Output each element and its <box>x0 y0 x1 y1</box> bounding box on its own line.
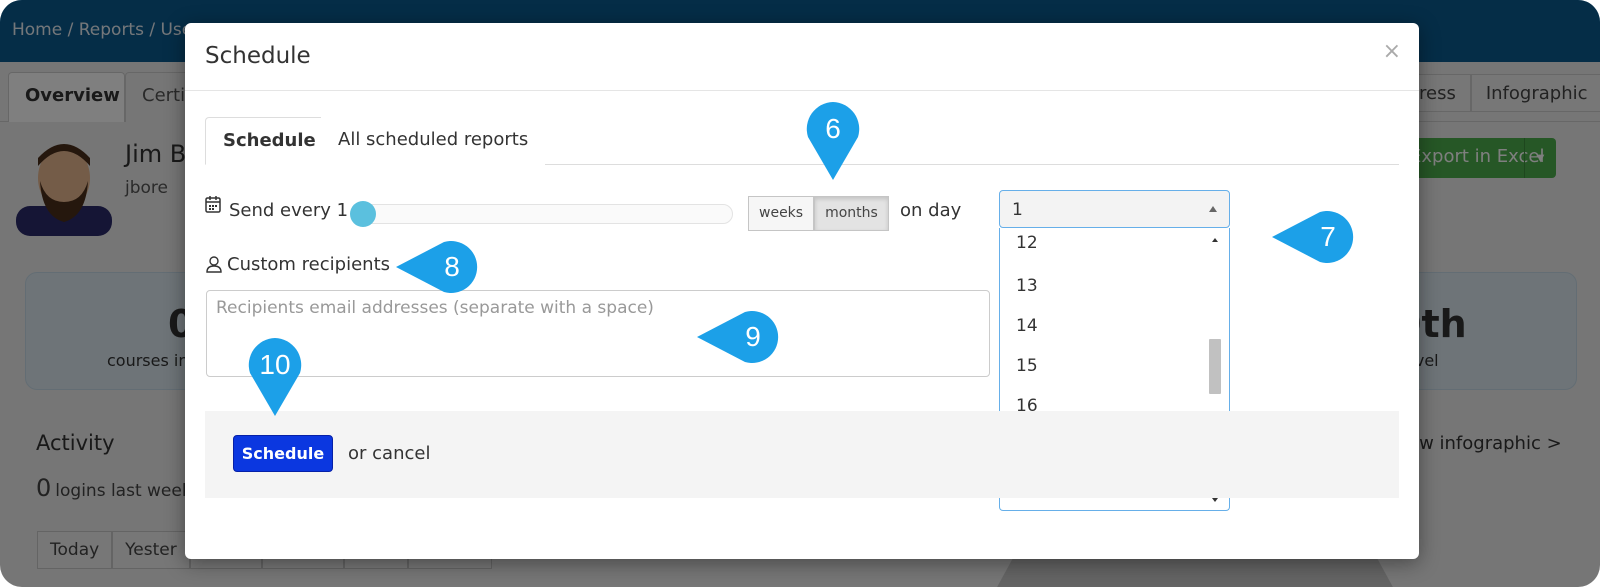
tab-schedule[interactable]: Schedule <box>205 117 334 165</box>
calendar-icon <box>205 196 221 213</box>
unit-toggle: weeks months <box>748 196 889 231</box>
day-select-value: 1 <box>1012 200 1023 220</box>
callout-number: 6 <box>825 113 841 144</box>
months-button[interactable]: months <box>814 196 889 231</box>
or-text: or <box>348 443 367 464</box>
day-option[interactable]: 12 <box>1000 228 1054 266</box>
scrollbar-thumb[interactable] <box>1209 339 1221 394</box>
recipients-input[interactable] <box>206 290 990 377</box>
callout-number: 9 <box>745 321 761 352</box>
screen: Home / Reports / User Overview Certi res… <box>0 0 1600 587</box>
custom-recipients-label: Custom recipients <box>227 254 391 275</box>
scroll-up-icon[interactable] <box>1212 238 1218 242</box>
callout-number: 8 <box>444 251 460 282</box>
schedule-modal: Schedule × Schedule All scheduled report… <box>185 23 1419 559</box>
caret-up-icon <box>1209 206 1217 212</box>
interval-slider[interactable] <box>350 201 733 227</box>
close-icon[interactable]: × <box>1383 39 1401 64</box>
or-cancel-text: or cancel <box>348 443 430 464</box>
day-option[interactable]: 13 <box>1000 266 1054 306</box>
slider-handle[interactable] <box>350 201 376 227</box>
send-every-label: Send every 1 <box>229 200 349 221</box>
callout-number: 10 <box>259 349 291 380</box>
day-option[interactable]: 15 <box>1000 346 1054 386</box>
callout-number: 7 <box>1320 221 1336 252</box>
slider-track[interactable] <box>352 204 733 224</box>
day-select[interactable]: 1 <box>999 190 1230 228</box>
day-option[interactable]: 14 <box>1000 306 1054 346</box>
tab-all-scheduled-reports[interactable]: All scheduled reports <box>321 117 546 165</box>
on-day-label: on day <box>900 200 962 221</box>
scroll-down-icon[interactable] <box>1212 498 1218 502</box>
user-icon <box>206 256 222 273</box>
modal-title: Schedule <box>205 43 311 69</box>
schedule-button[interactable]: Schedule <box>233 435 333 472</box>
weeks-button[interactable]: weeks <box>748 196 815 231</box>
modal-header-divider <box>185 90 1419 91</box>
cancel-link[interactable]: cancel <box>372 443 430 464</box>
